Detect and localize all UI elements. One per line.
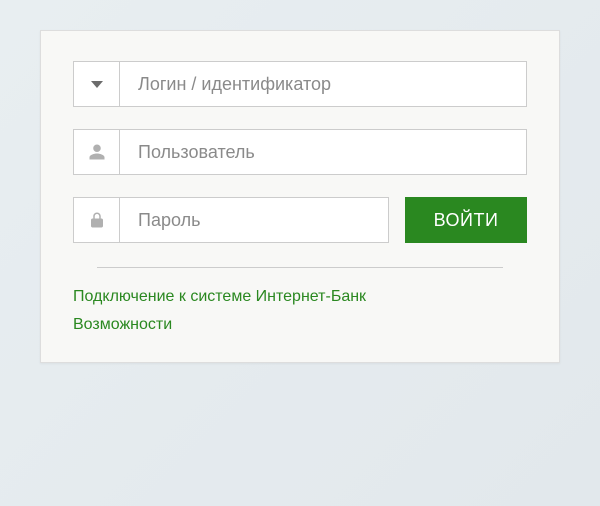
lock-icon [73,197,119,243]
connect-link[interactable]: Подключение к системе Интернет-Банк [73,288,527,306]
user-icon [73,129,119,175]
password-group [73,197,389,243]
login-type-row [73,61,527,107]
login-type-dropdown[interactable] [73,61,119,107]
password-input[interactable] [119,197,389,243]
divider [97,267,503,268]
links-section: Подключение к системе Интернет-Банк Возм… [73,288,527,334]
username-input[interactable] [119,129,527,175]
login-panel: ВОЙТИ Подключение к системе Интернет-Бан… [40,30,560,363]
password-submit-row: ВОЙТИ [73,197,527,243]
features-link[interactable]: Возможности [73,316,527,334]
login-button[interactable]: ВОЙТИ [405,197,527,243]
chevron-down-icon [91,81,103,88]
username-row [73,129,527,175]
login-type-input[interactable] [119,61,527,107]
